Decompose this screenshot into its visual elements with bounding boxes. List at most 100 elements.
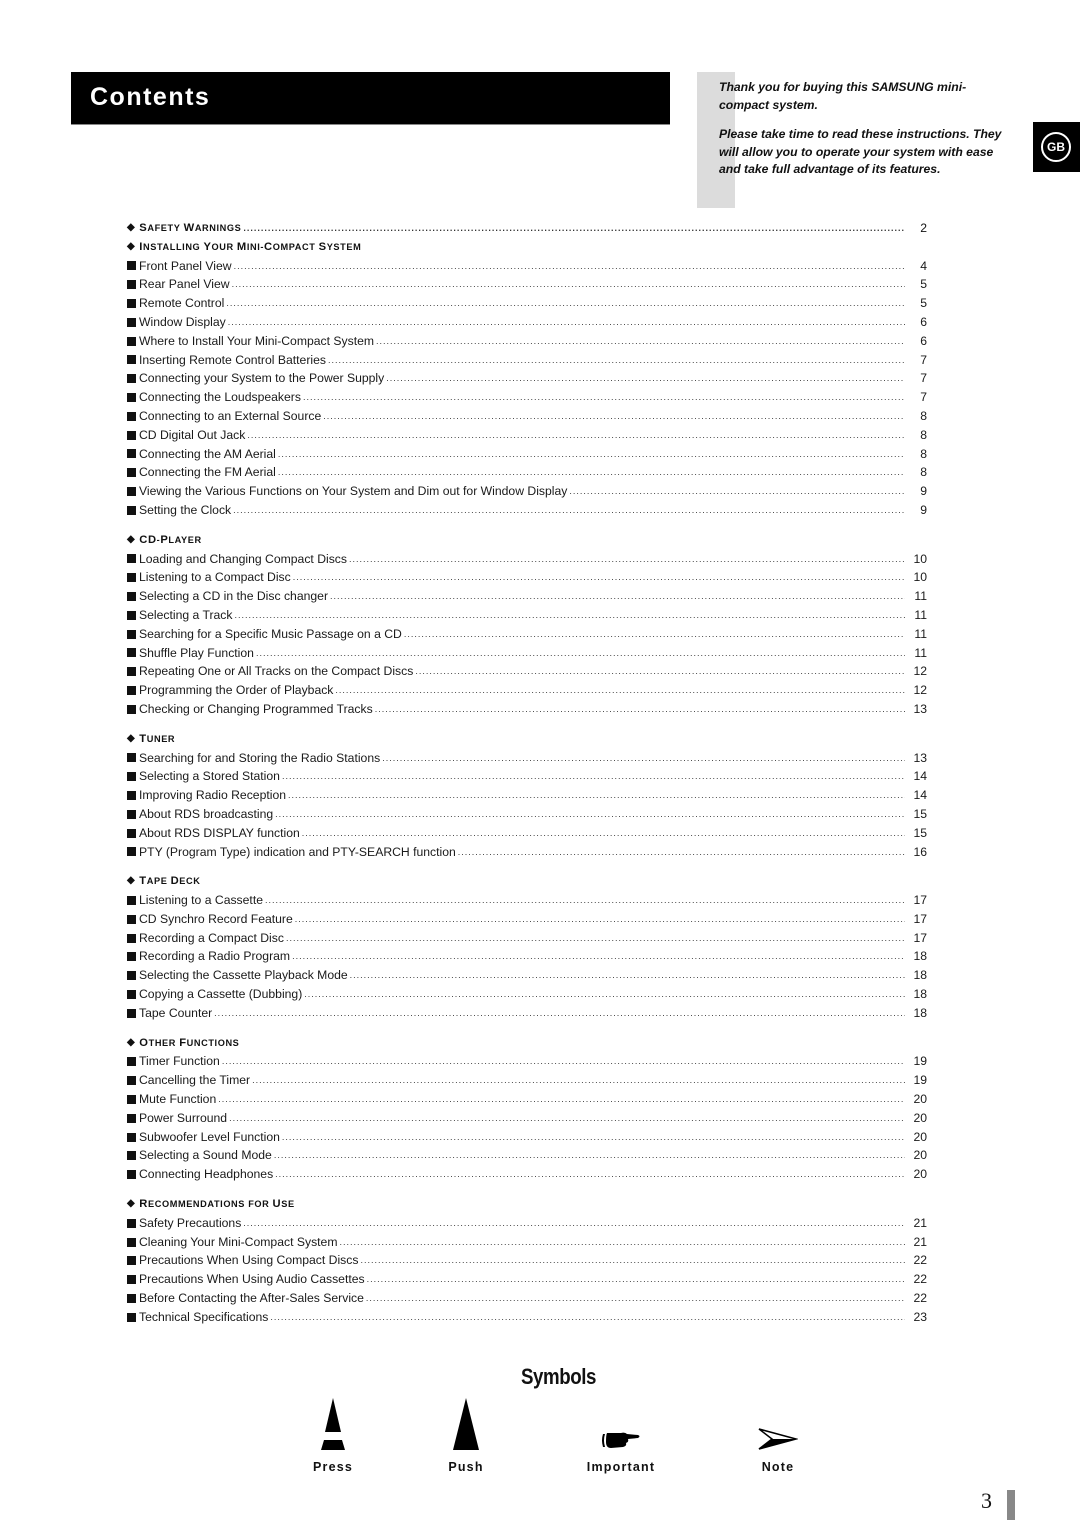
toc-entry[interactable]: Precautions When Using Compact Discs 22 — [127, 1251, 927, 1270]
toc-entry[interactable]: Connecting Headphones 20 — [127, 1165, 927, 1184]
symbol-important: Important — [561, 1398, 681, 1474]
toc-entry[interactable]: Before Contacting the After-Sales Servic… — [127, 1289, 927, 1308]
toc-entry-label: Connecting Headphones — [139, 1167, 274, 1182]
toc-page-number: 11 — [914, 626, 927, 641]
toc-entry[interactable]: Selecting a Sound Mode 20 — [127, 1146, 927, 1165]
toc-entry-label: Listening to a Cassette — [139, 893, 263, 908]
page-title: Contents — [90, 83, 211, 111]
toc-page-number: 7 — [920, 390, 927, 405]
toc-entry-label: Power Surround — [139, 1110, 228, 1125]
toc-entry[interactable]: About RDS DISPLAY function 15 — [127, 824, 927, 843]
symbol-push: Push — [406, 1398, 526, 1474]
dot-leader — [218, 1090, 905, 1109]
toc-section-heading[interactable]: ◆SAFETY WARNINGS 2 — [127, 219, 927, 238]
toc-entry[interactable]: Viewing the Various Functions on Your Sy… — [127, 482, 927, 501]
toc-entry[interactable]: PTY (Program Type) indication and PTY-SE… — [127, 843, 927, 862]
square-bullet-icon — [127, 411, 136, 421]
toc-page-number: 8 — [920, 427, 927, 442]
toc-entry[interactable]: About RDS broadcasting 15 — [127, 805, 927, 824]
toc-entry[interactable]: Listening to a Cassette 17 — [127, 891, 927, 910]
dot-leader — [275, 1165, 905, 1184]
toc-entry[interactable]: Copying a Cassette (Dubbing) 18 — [127, 985, 927, 1004]
toc-entry[interactable]: Tape Counter 18 — [127, 1004, 927, 1023]
toc-entry[interactable]: Subwoofer Level Function 20 — [127, 1128, 927, 1147]
toc-entry[interactable]: Connecting the AM Aerial 8 — [127, 445, 927, 464]
toc-entry[interactable]: Safety Precautions 21 — [127, 1214, 927, 1233]
toc-page-number: 8 — [920, 446, 927, 461]
dot-leader — [382, 749, 905, 768]
toc-entry[interactable]: Connecting the FM Aerial 8 — [127, 463, 927, 482]
toc-entry[interactable]: Loading and Changing Compact Discs 10 — [127, 550, 927, 569]
toc-entry[interactable]: Cancelling the Timer 19 — [127, 1071, 927, 1090]
symbol-label: Note — [761, 1460, 795, 1474]
square-bullet-icon — [127, 989, 136, 999]
toc-entry[interactable]: Timer Function 19 — [127, 1052, 927, 1071]
dot-leader — [328, 351, 905, 370]
square-bullet-icon — [127, 610, 136, 620]
press-icon — [273, 1398, 393, 1450]
toc-page-number: 7 — [920, 371, 927, 386]
square-bullet-icon — [127, 374, 136, 384]
toc-entry[interactable]: Selecting a Stored Station 14 — [127, 767, 927, 786]
toc-entry[interactable]: Connecting your System to the Power Supp… — [127, 369, 927, 388]
toc-entry[interactable]: Mute Function 20 — [127, 1090, 927, 1109]
toc-entry[interactable]: Front Panel View 4 — [127, 257, 927, 276]
toc-entry[interactable]: Checking or Changing Programmed Tracks 13 — [127, 700, 927, 719]
toc-entry-label: Rear Panel View — [139, 277, 230, 292]
toc-entry[interactable]: Cleaning Your Mini-Compact System 21 — [127, 1233, 927, 1252]
toc-page-number: 20 — [913, 1129, 927, 1144]
toc-entry-label: Recording a Radio Program — [139, 949, 291, 964]
toc-entry[interactable]: Inserting Remote Control Batteries 7 — [127, 351, 927, 370]
toc-entry[interactable]: Repeating One or All Tracks on the Compa… — [127, 662, 927, 681]
symbol-label: Press — [312, 1460, 354, 1474]
toc-entry[interactable]: Recording a Compact Disc 17 — [127, 929, 927, 948]
toc-section-heading[interactable]: ◆ INSTALLING YOUR MINI-COMPACT SYSTEM — [127, 238, 927, 257]
dot-leader — [375, 700, 905, 719]
toc-section-heading[interactable]: ◆ TUNER — [127, 730, 927, 749]
toc-entry[interactable]: Window Display 6 — [127, 313, 927, 332]
dot-leader — [415, 662, 905, 681]
toc-page-number: 2 — [920, 221, 927, 235]
toc-entry-label: Subwoofer Level Function — [139, 1129, 280, 1144]
toc-entry[interactable]: Remote Control 5 — [127, 294, 927, 313]
toc-section-heading[interactable]: ◆ OTHER FUNCTIONS — [127, 1034, 927, 1053]
toc-section-heading[interactable]: ◆ TAPE DECK — [127, 872, 927, 891]
toc-page-number: 18 — [913, 1005, 927, 1020]
dot-leader — [376, 332, 905, 351]
toc-entry[interactable]: CD Digital Out Jack 8 — [127, 426, 927, 445]
toc-page-number: 18 — [913, 987, 927, 1002]
diamond-bullet-icon: ◆ — [127, 732, 136, 744]
toc-entry[interactable]: Connecting to an External Source 8 — [127, 407, 927, 426]
toc-entry[interactable]: Programming the Order of Playback 12 — [127, 681, 927, 700]
toc-entry[interactable]: Listening to a Compact Disc 10 — [127, 568, 927, 587]
toc-entry[interactable]: Selecting the Cassette Playback Mode 18 — [127, 966, 927, 985]
toc-entry[interactable]: Connecting the Loudspeakers 7 — [127, 388, 927, 407]
dot-leader — [335, 681, 905, 700]
toc-section-heading[interactable]: ◆ RECOMMENDATIONS FOR USE — [127, 1195, 927, 1214]
toc-entry[interactable]: Setting the Clock 9 — [127, 501, 927, 520]
toc-entry[interactable]: Power Surround 20 — [127, 1109, 927, 1128]
toc-entry[interactable]: Selecting a Track 11 — [127, 606, 927, 625]
square-bullet-icon — [127, 772, 136, 782]
toc-entry[interactable]: CD Synchro Record Feature 17 — [127, 910, 927, 929]
toc-entry[interactable]: Searching for and Storing the Radio Stat… — [127, 749, 927, 768]
square-bullet-icon — [127, 1312, 136, 1322]
toc-entry[interactable]: Improving Radio Reception 14 — [127, 786, 927, 805]
dot-leader — [247, 426, 905, 445]
toc-entry[interactable]: Shuffle Play Function 11 — [127, 644, 927, 663]
toc-entry[interactable]: Selecting a CD in the Disc changer 11 — [127, 587, 927, 606]
toc-entry[interactable]: Technical Specifications 23 — [127, 1308, 927, 1327]
toc-entry[interactable]: Searching for a Specific Music Passage o… — [127, 625, 927, 644]
square-bullet-icon — [127, 648, 136, 658]
toc-section-heading[interactable]: ◆ CD-PLAYER — [127, 531, 927, 550]
square-bullet-icon — [127, 1237, 136, 1247]
square-bullet-icon — [127, 629, 136, 639]
toc-entry[interactable]: Precautions When Using Audio Cassettes 22 — [127, 1270, 927, 1289]
dot-leader — [265, 891, 905, 910]
toc-entry[interactable]: Recording a Radio Program 18 — [127, 947, 927, 966]
toc-page-number: 21 — [913, 1215, 927, 1230]
toc-entry[interactable]: Where to Install Your Mini-Compact Syste… — [127, 332, 927, 351]
toc-entry[interactable]: Rear Panel View 5 — [127, 275, 927, 294]
